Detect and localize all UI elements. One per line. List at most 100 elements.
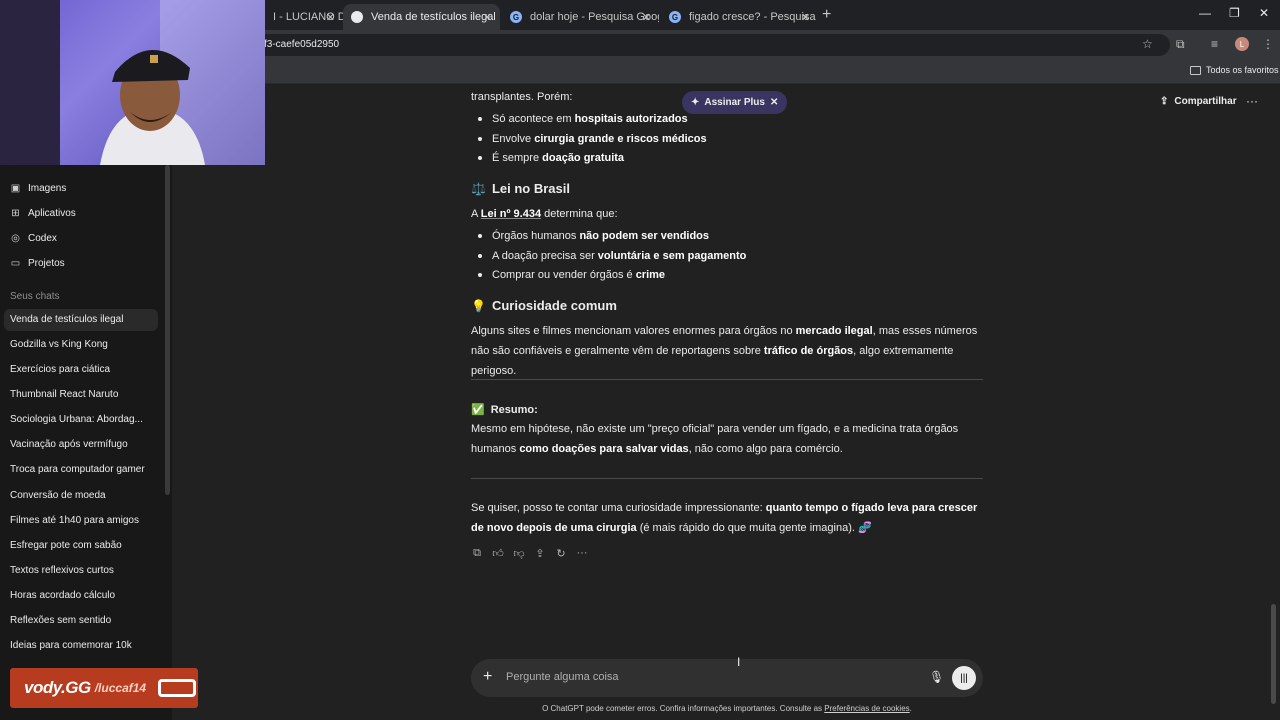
cookie-preferences-link[interactable]: Preferências de cookies	[824, 704, 909, 713]
extensions-icon[interactable]: ⧉	[1176, 37, 1185, 52]
menu-icon[interactable]: ⋮	[1262, 37, 1274, 51]
chat-item[interactable]: Vacinação após vermífugo	[4, 434, 158, 456]
all-bookmarks[interactable]: Todos os favoritos	[1190, 65, 1279, 75]
chat-item[interactable]: Godzilla vs King Kong	[4, 334, 158, 356]
folder-icon	[1190, 65, 1201, 75]
google-icon: G	[510, 11, 522, 23]
sidebar-item-codex[interactable]: ◎ Codex	[10, 233, 57, 244]
minimize-icon[interactable]: —	[1199, 6, 1211, 20]
close-icon[interactable]: ✕	[642, 11, 651, 24]
apps-icon: ⊞	[11, 208, 20, 219]
chat-item[interactable]: Textos reflexivos curtos	[4, 560, 158, 582]
chat-item[interactable]: Thumbnail React Naruto	[4, 384, 158, 406]
section-title: Seus chats	[10, 291, 60, 302]
plus-icon[interactable]: +	[483, 668, 492, 686]
law-link[interactable]: Lei nº 9.434	[481, 208, 541, 220]
chat-item[interactable]: Horas acordado cálculo	[4, 585, 158, 607]
media-icon[interactable]: ≡	[1211, 37, 1218, 51]
text: Alguns sites e filmes mencionam valores …	[471, 325, 796, 337]
chat-item[interactable]: Esfregar pote com sabão	[4, 535, 158, 557]
list-item: Só acontece em hospitais autorizados	[478, 109, 688, 129]
copy-icon[interactable]: ⧉	[471, 547, 483, 561]
more-options-icon[interactable]: ···	[1246, 94, 1258, 108]
regenerate-icon[interactable]: ↻	[555, 547, 567, 561]
disclaimer-text: O ChatGPT pode cometer erros. Confira in…	[542, 704, 825, 713]
chat-item[interactable]: Reflexões sem sentido	[4, 610, 158, 632]
voice-mode-button[interactable]: |||	[952, 666, 976, 690]
new-tab-icon[interactable]: +	[822, 6, 831, 24]
tab-title: figado cresce? - Pesquisa Goog	[689, 11, 818, 23]
close-icon[interactable]: ✕	[801, 11, 810, 24]
star-icon[interactable]: ☆	[1142, 37, 1153, 51]
logo-icon	[158, 679, 197, 697]
text: A	[471, 208, 481, 220]
list-item-bold: crime	[635, 269, 666, 281]
divider	[471, 379, 983, 380]
list-item-text: Só acontece em	[492, 113, 575, 125]
list-item: A doação precisa ser voluntária e sem pa…	[477, 246, 746, 266]
thumbs-up-icon[interactable]: 👍︎	[492, 547, 504, 561]
share-label: Compartilhar	[1174, 96, 1237, 107]
chat-item[interactable]: Venda de testículos ilegal	[4, 309, 158, 331]
sidebar-item-label: Codex	[28, 233, 57, 244]
tab-2[interactable]: Venda de testículos ilegal ✕	[343, 4, 500, 30]
main-scrollbar[interactable]	[1271, 604, 1276, 704]
list-item-text: É sempre	[492, 152, 543, 164]
image-icon: ▣	[10, 183, 21, 194]
text: determina que:	[541, 208, 618, 220]
tab-1[interactable]: I - LUCIANO D ✕	[265, 4, 343, 30]
list-item-bold: cirurgia grande e riscos médicos	[534, 133, 707, 145]
sidebar-item-images[interactable]: ▣ Imagens	[10, 183, 67, 194]
codex-icon: ◎	[11, 233, 20, 244]
section-heading: ⚖️ Lei no Brasil	[471, 181, 570, 196]
heading-text: Lei no Brasil	[491, 181, 570, 196]
summary-heading: ✅ Resumo:	[471, 403, 538, 417]
stream-badge: vody.GG /luccaf14	[10, 668, 198, 708]
list-item-text: Envolve	[492, 133, 535, 145]
streamer-image	[0, 0, 265, 165]
share-button[interactable]: ⇪ Compartilhar	[1160, 96, 1237, 107]
chat-item[interactable]: Troca para computador gamer	[4, 459, 158, 481]
profile-avatar[interactable]: L	[1235, 37, 1249, 51]
sidebar-item-apps[interactable]: ⊞ Aplicativos	[10, 208, 76, 219]
restore-icon[interactable]: ❐	[1229, 6, 1240, 20]
close-icon[interactable]: ✕	[483, 11, 492, 24]
composer: + Pergunte alguma coisa 🎙︎ |||	[471, 659, 983, 697]
message-paragraph: Alguns sites e filmes mencionam valores …	[471, 321, 986, 381]
sidebar-item-label: Projetos	[28, 258, 65, 269]
bold-text: mercado ilegal	[795, 325, 873, 337]
chat-item[interactable]: Exercícios para ciática	[4, 359, 158, 381]
share-icon[interactable]: ⇪	[534, 547, 546, 561]
message-actions: ⧉ 👍︎ 👎︎ ⇪ ↻ ···	[471, 547, 588, 561]
chat-item[interactable]: Ideias para comemorar 10k	[4, 635, 158, 657]
microphone-icon[interactable]: 🎙︎	[929, 670, 944, 684]
checkmark-icon: ✅	[471, 404, 485, 416]
divider	[471, 478, 983, 479]
list-item: Envolve cirurgia grande e riscos médicos	[478, 129, 707, 149]
close-window-icon[interactable]: ✕	[1259, 6, 1269, 20]
sidebar-item-label: Aplicativos	[28, 208, 76, 219]
list-item-bold: doação gratuita	[542, 152, 625, 164]
more-icon[interactable]: ···	[576, 547, 588, 561]
message-paragraph: A Lei nº 9.434 determina que:	[471, 204, 986, 224]
list-item: Comprar ou vender órgãos é crime	[477, 265, 666, 285]
thumbs-down-icon[interactable]: 👎︎	[513, 547, 525, 561]
chat-item[interactable]: Filmes até 1h40 para amigos	[4, 510, 158, 532]
prompt-input[interactable]: Pergunte alguma coisa	[506, 671, 619, 683]
list-item-bold: hospitais autorizados	[574, 113, 688, 125]
address-bar[interactable]: f3-caefe05d2950	[250, 34, 1170, 56]
close-icon[interactable]: ✕	[326, 11, 335, 24]
text: Se quiser, posso te contar uma curiosida…	[471, 502, 766, 514]
chat-item[interactable]: Sociologia Urbana: Abordag...	[4, 409, 158, 431]
tab-4[interactable]: G figado cresce? - Pesquisa Goog ✕	[661, 4, 818, 30]
google-icon: G	[669, 11, 681, 23]
chatgpt-icon	[351, 11, 363, 23]
tab-3[interactable]: G dolar hoje - Pesquisa Google ✕	[502, 4, 659, 30]
heading-text: Curiosidade comum	[491, 298, 617, 313]
bold-text: como doações para salvar vidas	[519, 443, 689, 455]
sidebar-scrollbar[interactable]	[165, 165, 170, 495]
sidebar-item-projects[interactable]: ▭ Projetos	[10, 258, 65, 269]
chat-item[interactable]: Conversão de moeda	[4, 485, 158, 507]
share-icon: ⇪	[1160, 96, 1169, 107]
message-paragraph: Mesmo em hipótese, não existe um "preço …	[471, 419, 986, 459]
